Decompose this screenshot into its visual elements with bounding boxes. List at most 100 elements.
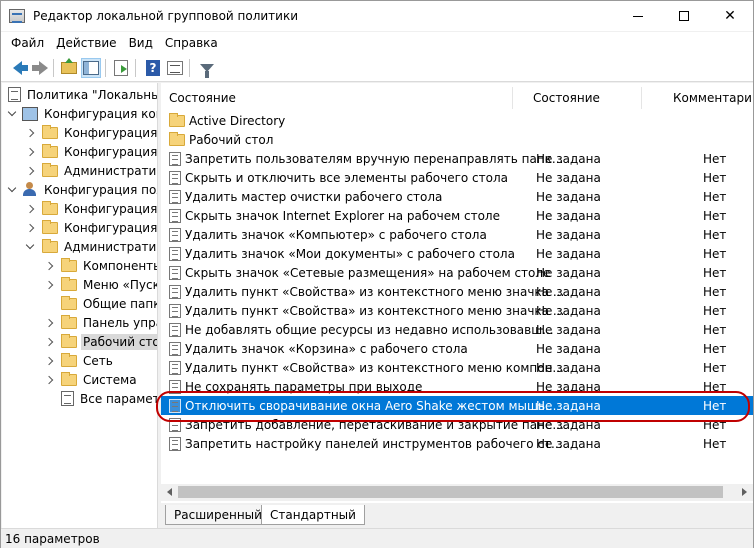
setting-name-cell: Удалить значок «Корзина» с рабочего стол…	[169, 341, 468, 356]
tab-extended[interactable]: Расширенный	[165, 505, 271, 525]
tree-item-label: Меню «Пуск	[83, 277, 158, 292]
tree-item[interactable]: Конфигурация W	[24, 218, 157, 237]
tree-item[interactable]: Панель упра	[43, 313, 157, 332]
tree-item[interactable]: Конфигурация п	[24, 199, 158, 218]
setting-state: Не задана	[536, 246, 601, 261]
setting-icon	[169, 322, 181, 337]
policy-setting-row[interactable]: Удалить значок «Мои документы» с рабочег…	[161, 244, 753, 263]
column-header-state[interactable]: Состояние	[533, 91, 600, 105]
policy-setting-row[interactable]: Удалить значок «Корзина» с рабочего стол…	[161, 339, 753, 358]
tree-item[interactable]: Конфигурация поль	[6, 180, 157, 199]
up-one-level-button[interactable]	[59, 58, 79, 78]
policy-setting-row[interactable]: Запретить добавление, перетаскивание и з…	[161, 415, 753, 434]
setting-icon	[169, 436, 181, 451]
expand-chevron-icon[interactable]	[6, 180, 18, 199]
forward-button[interactable]	[29, 58, 49, 78]
minimize-button[interactable]	[615, 1, 661, 31]
export-list-button[interactable]	[111, 58, 131, 78]
expand-chevron-icon[interactable]	[6, 104, 18, 123]
menu-file[interactable]: Файл	[5, 32, 50, 54]
policy-setting-row[interactable]: Скрыть значок Internet Explorer на рабоч…	[161, 206, 753, 225]
scroll-right-icon[interactable]	[742, 488, 747, 496]
folder-row[interactable]: Active Directory	[161, 111, 753, 130]
horizontal-scrollbar[interactable]	[161, 484, 753, 501]
document-icon	[61, 391, 74, 406]
policy-setting-row[interactable]: Удалить пункт «Свойства» из контекстного…	[161, 301, 753, 320]
tree-item[interactable]: Сеть	[43, 351, 115, 370]
setting-name-cell: Удалить значок «Компьютер» с рабочего ст…	[169, 227, 487, 242]
folder-icon	[61, 257, 77, 272]
show-hide-tree-button[interactable]	[81, 58, 101, 78]
column-header-comment[interactable]: Комментарий	[673, 91, 753, 105]
collapse-chevron-icon[interactable]	[43, 275, 55, 294]
collapse-chevron-icon[interactable]	[43, 313, 55, 332]
policy-setting-row[interactable]: Скрыть и отключить все элементы рабочего…	[161, 168, 753, 187]
collapse-chevron-icon[interactable]	[43, 332, 55, 351]
policy-setting-row[interactable]: Не сохранять параметры при выходе Не зада…	[161, 377, 753, 396]
tree-item[interactable]: Административ	[24, 161, 158, 180]
policy-setting-row[interactable]: Удалить пункт «Свойства» из контекстного…	[161, 358, 753, 377]
toolbar-separator	[53, 59, 54, 77]
policy-setting-row[interactable]: Запретить пользователям вручную перенапр…	[161, 149, 753, 168]
policy-setting-row[interactable]: Удалить значок «Компьютер» с рабочего ст…	[161, 225, 753, 244]
policy-setting-row[interactable]: Скрыть значок «Сетевые размещения» на ра…	[161, 263, 753, 282]
collapse-chevron-icon[interactable]	[43, 351, 55, 370]
setting-comment: Нет	[703, 208, 727, 223]
policy-setting-row[interactable]: Удалить пункт «Свойства» из контекстного…	[161, 282, 753, 301]
collapse-chevron-icon[interactable]	[43, 370, 55, 389]
filter-button[interactable]	[197, 58, 217, 78]
tree-item-label: Конфигурация п	[64, 201, 158, 216]
scrollbar-thumb[interactable]	[178, 486, 723, 498]
tree-item-label: Административ	[64, 163, 158, 178]
column-header-name[interactable]: Состояние	[169, 91, 236, 105]
tree-item[interactable]: Система	[43, 370, 139, 389]
back-button[interactable]	[7, 58, 28, 78]
window-title: Редактор локальной групповой политики	[33, 9, 299, 23]
maximize-button[interactable]	[661, 1, 707, 31]
collapse-chevron-icon[interactable]	[24, 123, 36, 142]
setting-name-cell: Удалить значок «Мои документы» с рабочег…	[169, 246, 515, 261]
console-tree[interactable]: Политика "Локальный Конфигурация комп Конф…	[2, 83, 158, 528]
menu-help[interactable]: Справка	[159, 32, 224, 54]
policy-setting-row[interactable]: Удалить мастер очистки рабочего стола Не …	[161, 187, 753, 206]
collapse-chevron-icon[interactable]	[24, 161, 36, 180]
close-button[interactable]: ✕	[707, 1, 753, 31]
collapse-chevron-icon[interactable]	[24, 218, 36, 237]
collapse-chevron-icon[interactable]	[43, 256, 55, 275]
folder-icon	[61, 276, 77, 291]
tab-standard[interactable]: Стандартный	[261, 505, 365, 525]
tree-item[interactable]: Меню «Пуск	[43, 275, 158, 294]
collapse-chevron-icon[interactable]	[24, 199, 36, 218]
tree-item[interactable]: Рабочий сто	[43, 332, 157, 351]
setting-name: Скрыть и отключить все элементы рабочего…	[185, 170, 508, 185]
help-button[interactable]: ?	[143, 58, 163, 78]
setting-name: Не сохранять параметры при выходе	[185, 379, 423, 394]
tree-item[interactable]: Общие папк	[43, 294, 157, 313]
policy-setting-row[interactable]: Запретить настройку панелей инструментов…	[161, 434, 753, 453]
tree-item-label: Конфигурация W	[64, 144, 158, 159]
policy-setting-row[interactable]: Отключить сворачивание окна Aero Shake ж…	[161, 396, 753, 415]
column-divider[interactable]	[512, 87, 513, 109]
scroll-left-icon[interactable]	[167, 488, 172, 496]
column-divider[interactable]	[641, 87, 642, 109]
folder-icon	[61, 352, 77, 367]
tree-item[interactable]: Конфигурация п	[24, 123, 157, 142]
menu-view[interactable]: Вид	[123, 32, 159, 54]
settings-list[interactable]: Состояние Состояние Комментарий Active D…	[161, 83, 753, 503]
tree-item[interactable]: Компоненты	[43, 256, 157, 275]
menu-action[interactable]: Действие	[50, 32, 122, 54]
setting-state: Не задана	[536, 303, 601, 318]
setting-state: Не задана	[536, 379, 601, 394]
folder-row[interactable]: Рабочий стол	[161, 130, 753, 149]
tree-item[interactable]: Все параметр	[43, 389, 157, 408]
collapse-chevron-icon[interactable]	[24, 142, 36, 161]
tree-item[interactable]: Конфигурация комп	[6, 104, 157, 123]
policy-setting-row[interactable]: Не добавлять общие ресурсы из недавно ис…	[161, 320, 753, 339]
tree-item[interactable]: Политика "Локальный	[2, 85, 157, 104]
tree-item[interactable]: Административ	[24, 237, 157, 256]
setting-comment: Нет	[703, 227, 727, 242]
tree-item[interactable]: Конфигурация W	[24, 142, 158, 161]
properties-button[interactable]	[165, 58, 185, 78]
expand-chevron-icon[interactable]	[24, 237, 36, 256]
